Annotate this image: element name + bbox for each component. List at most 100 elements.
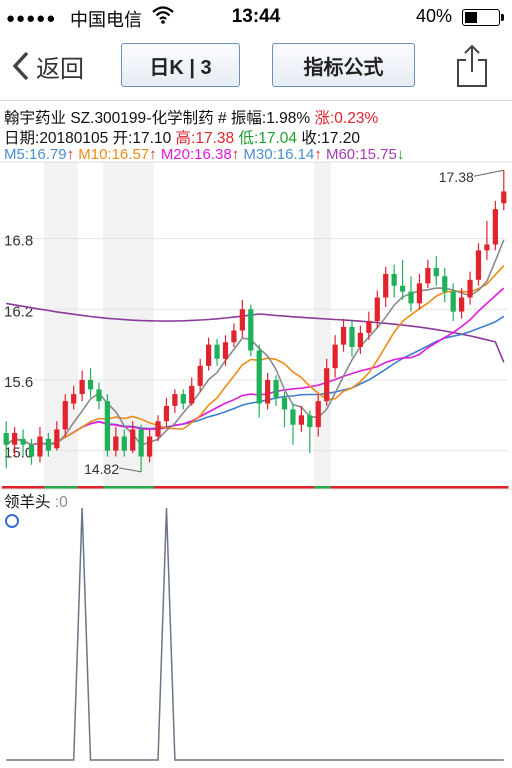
date-label: 日期:	[4, 130, 40, 147]
candle-body	[214, 344, 220, 359]
trend-bar-segment	[415, 486, 425, 489]
back-label: 返回	[36, 55, 84, 83]
candle-body	[130, 429, 136, 451]
candle-body	[366, 321, 372, 333]
date-value: 20180105	[39, 130, 109, 147]
ma30-line	[5, 315, 505, 446]
candle-body	[484, 244, 490, 251]
candle-body	[12, 432, 18, 445]
trend-bar-segment	[61, 486, 70, 489]
candle-body	[155, 421, 161, 437]
candle-body	[298, 415, 304, 425]
candle-body	[121, 436, 127, 451]
min-price-label: 14.82	[84, 461, 119, 477]
trend-bar-segment	[221, 486, 231, 489]
candle-body	[138, 429, 144, 457]
candle-body	[315, 401, 321, 428]
trend-bar-segment	[288, 486, 298, 489]
indicator-title: 领羊头	[4, 494, 51, 511]
change-value: 0.23%	[334, 110, 379, 127]
stock-info-line: 翰宇药业 SZ.300199 -化学制药 # 振幅:1.98% 涨:0.23%	[4, 106, 378, 128]
candle-body	[104, 401, 111, 451]
ma60-line	[6, 302, 505, 363]
chevron-left-icon	[12, 51, 29, 81]
trend-bar-segment	[170, 486, 180, 489]
ma30-legend: M30:16.14↑	[243, 146, 322, 163]
candle-body	[28, 444, 35, 457]
trend-bar-segment	[44, 486, 54, 489]
trend-bar-segment	[229, 486, 239, 489]
candle-body	[146, 436, 153, 457]
nav-bar: 返回 日K | 3 指标公式	[0, 34, 512, 101]
trend-bar-segment	[356, 486, 366, 489]
ma10-legend: M10:16.57↑	[78, 146, 157, 163]
trend-bar-segment	[187, 486, 197, 489]
trend-bar-segment	[448, 486, 458, 489]
trend-bar-segment	[465, 486, 475, 489]
low-label: 低:	[238, 130, 259, 147]
candle-body	[239, 309, 245, 331]
candle-body	[475, 250, 482, 280]
candle-body	[54, 429, 60, 449]
trend-bar-segment	[474, 486, 484, 489]
trend-bar-segment	[364, 486, 374, 489]
formula-button[interactable]: 指标公式	[272, 43, 415, 87]
trend-bar-segment	[263, 486, 273, 489]
candle-body	[467, 279, 473, 298]
candle-body	[37, 436, 43, 457]
trend-bar-segment	[52, 486, 62, 489]
trend-bar-segment	[347, 486, 357, 489]
candle-body	[324, 368, 330, 402]
indicator-value: :0	[54, 494, 68, 511]
candle-body	[307, 415, 313, 428]
candle-body	[433, 268, 439, 277]
ma5-line	[5, 239, 505, 447]
period-button[interactable]: 日K | 3	[121, 43, 240, 87]
candle-body	[256, 350, 262, 404]
trend-bar-segment	[27, 486, 37, 489]
close-label: 收:	[301, 130, 322, 147]
trend-bar-segment	[389, 486, 399, 489]
ma20-line	[5, 287, 505, 446]
candle-body	[248, 309, 254, 351]
candle-body	[425, 268, 431, 284]
battery-percent: 40%	[415, 6, 452, 26]
candle-body	[281, 397, 288, 410]
share-icon[interactable]	[452, 42, 492, 90]
price-info-line: 日期:20180105 开:17.10 高:17.38 低:17.04 收:17…	[4, 126, 360, 148]
candle-body	[408, 291, 414, 304]
trend-bar-segment	[2, 486, 11, 489]
candle-body	[189, 385, 195, 404]
candle-body	[273, 379, 279, 398]
trend-bar-segment	[432, 486, 442, 489]
trend-bar-segment	[491, 486, 501, 489]
candle-body	[87, 379, 94, 390]
trend-bar-segment	[280, 486, 290, 489]
trend-bar-segment	[103, 486, 113, 489]
indicator-line	[6, 507, 504, 761]
trend-bar-segment	[145, 486, 155, 489]
candle-body	[332, 344, 338, 369]
ma60-legend: M60:15.75↓	[325, 146, 405, 163]
trend-bar-segment	[406, 486, 416, 489]
back-button[interactable]: 返回	[10, 46, 84, 86]
candle-body	[374, 297, 380, 322]
trend-bar-segment	[86, 486, 96, 489]
candle-body	[349, 326, 355, 347]
candle-body	[340, 326, 347, 345]
candle-body	[357, 332, 364, 347]
high-value: 17.38	[195, 130, 235, 147]
trend-bar-segment	[238, 486, 248, 489]
trend-bar-segment	[339, 486, 349, 489]
ma10-line	[5, 265, 505, 446]
high-label: 高:	[175, 130, 196, 147]
candle-body	[265, 379, 271, 404]
close-value: 17.20	[321, 130, 360, 147]
candle-body	[20, 438, 26, 445]
candle-body	[62, 401, 68, 430]
open-value: 17.10	[132, 130, 172, 147]
candle-body	[113, 436, 119, 451]
amplitude-label: # 振幅:	[217, 110, 267, 127]
candle-body	[45, 438, 51, 451]
trend-bar-segment	[322, 486, 332, 489]
